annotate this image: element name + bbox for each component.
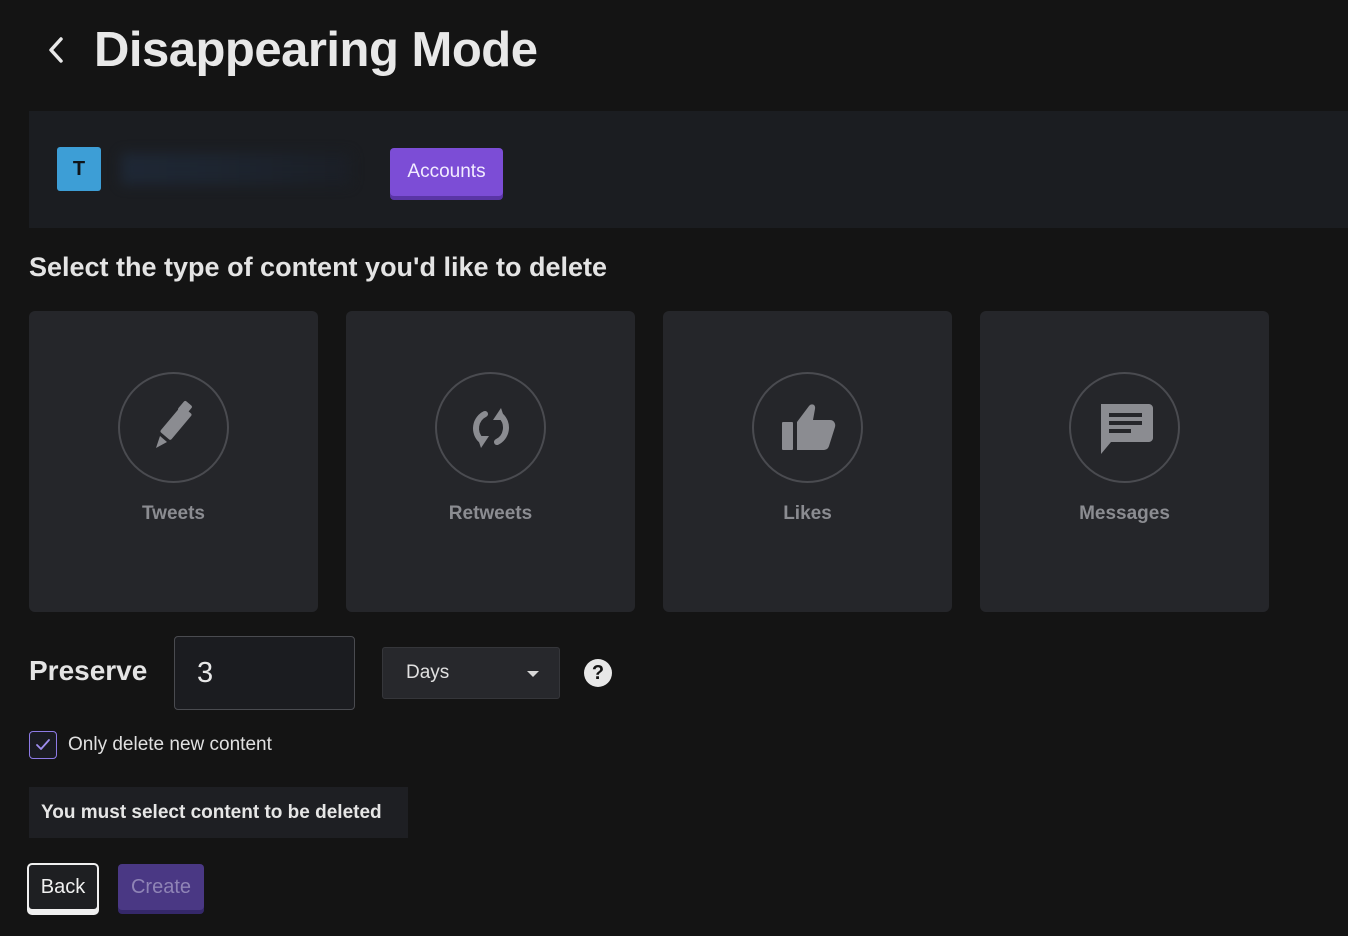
content-option-label: Likes [783,503,832,524]
message-icon [1069,372,1180,483]
retweet-icon [435,372,546,483]
account-name-redacted [121,153,351,185]
page-header: Disappearing Mode [40,20,538,80]
account-bar: T Accounts [29,111,1348,228]
only-new-content-label: Only delete new content [68,734,272,755]
accounts-button[interactable]: Accounts [390,148,503,196]
pen-icon [118,372,229,483]
back-button[interactable]: Back [27,863,99,911]
content-type-heading: Select the type of content you'd like to… [29,252,608,282]
content-option-label: Retweets [448,503,533,524]
checkmark-icon [36,739,50,750]
only-new-content-option: Only delete new content [29,731,272,759]
validation-message: You must select content to be deleted [29,787,408,838]
chevron-left-icon[interactable] [40,34,72,66]
content-option-likes[interactable]: Likes [663,311,952,612]
content-option-retweets[interactable]: Retweets [346,311,635,612]
avatar: T [57,147,101,191]
only-new-content-checkbox[interactable] [29,731,57,759]
content-option-label: Messages [1079,503,1170,524]
content-option-tweets[interactable]: Tweets [29,311,318,612]
preserve-label: Preserve [29,655,148,686]
preserve-amount-input[interactable] [174,636,355,710]
page-title: Disappearing Mode [94,23,538,77]
help-icon[interactable]: ? [584,659,612,687]
preserve-unit-select[interactable]: Days [382,647,560,699]
content-option-label: Tweets [141,503,205,524]
create-button[interactable]: Create [118,864,204,910]
content-option-messages[interactable]: Messages [980,311,1269,612]
caret-down-icon [527,671,539,677]
thumbs-up-icon [752,372,863,483]
content-type-options: Tweets Retweets Likes Messages [29,311,1269,612]
preserve-unit-value: Days [406,662,450,683]
disappearing-mode-page: Disappearing Mode T Accounts Select the … [0,0,1348,936]
